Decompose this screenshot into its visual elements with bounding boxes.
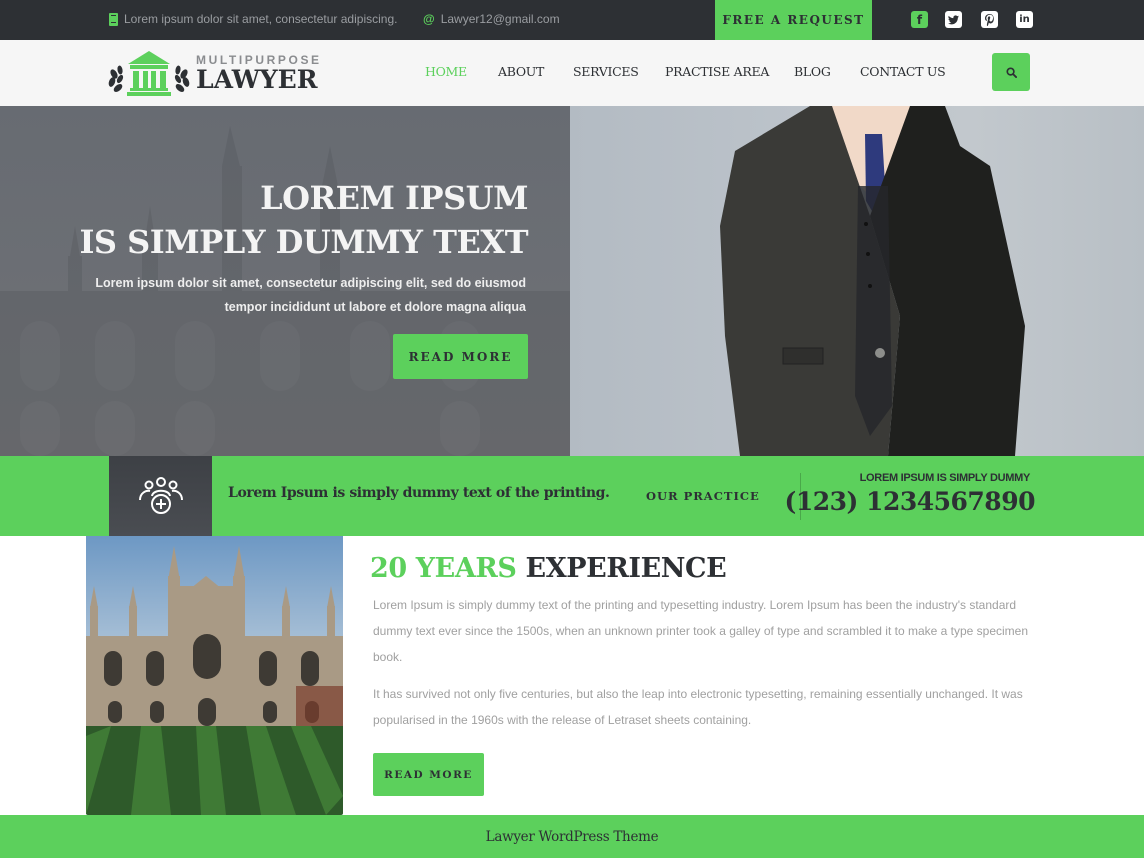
footer-credit[interactable]: Lawyer WordPress Theme — [486, 829, 659, 845]
nav-home[interactable]: HOME — [425, 64, 467, 79]
hero-read-more-button[interactable]: READ MORE — [393, 334, 528, 379]
topbar-email-text[interactable]: Lawyer12@gmail.com — [441, 12, 560, 26]
courthouse-logo-icon — [108, 50, 190, 96]
phone-caption: LOREM IPSUM IS SIMPLY DUMMY — [859, 472, 1031, 484]
site-header: MULTIPURPOSE LAWYER HOME ABOUT SERVICES … — [0, 40, 1144, 106]
about-title: 20 YEARS EXPERIENCE — [370, 553, 727, 584]
nav-contact-us[interactable]: CONTACT US — [860, 64, 946, 79]
free-request-button[interactable]: FREE A REQUEST — [715, 0, 872, 40]
nav-practise-area[interactable]: PRACTISE AREA — [665, 64, 769, 79]
nav-about[interactable]: ABOUT — [498, 64, 544, 79]
hero-title-line1: LOREM IPSUM — [260, 179, 528, 217]
hero-title: LOREM IPSUM IS SIMPLY DUMMY TEXT — [79, 176, 528, 264]
at-icon: @ — [423, 12, 435, 26]
hero-text-line2: tempor incididunt ut labore et dolore ma… — [224, 300, 526, 314]
hero-building-background: LOREM IPSUM IS SIMPLY DUMMY TEXT Lorem i… — [0, 106, 570, 456]
hero-banner: LOREM IPSUM IS SIMPLY DUMMY TEXT Lorem i… — [0, 106, 1144, 456]
hero-title-line2: IS SIMPLY DUMMY TEXT — [79, 223, 528, 261]
about-college-image — [86, 536, 343, 815]
logo-title: LAWYER — [196, 65, 318, 94]
search-button[interactable] — [992, 53, 1030, 91]
info-strip: Lorem Ipsum is simply dummy text of the … — [0, 456, 1144, 536]
pinterest-icon[interactable] — [981, 11, 998, 28]
site-footer: Lawyer WordPress Theme — [0, 815, 1144, 858]
about-paragraph-2: It has survived not only five centuries,… — [373, 687, 1023, 727]
about-paragraph-1: Lorem Ipsum is simply dummy text of the … — [373, 598, 1029, 664]
phone-icon — [109, 12, 118, 26]
linkedin-icon[interactable]: in — [1016, 11, 1033, 28]
topbar-address: Lorem ipsum dolor sit amet, consectetur … — [109, 12, 397, 26]
twitter-icon[interactable] — [945, 11, 962, 28]
about-read-more-button[interactable]: READ MORE — [373, 753, 484, 796]
hero-text-line1: Lorem ipsum dolor sit amet, consectetur … — [95, 276, 526, 290]
top-bar: Lorem ipsum dolor sit amet, consectetur … — [0, 0, 1144, 40]
strip-icon-box — [109, 456, 212, 536]
hero-description: Lorem ipsum dolor sit amet, consectetur … — [95, 271, 526, 319]
hero-lawyer-image — [570, 106, 1144, 456]
nav-services[interactable]: SERVICES — [573, 64, 639, 79]
logo[interactable]: MULTIPURPOSE LAWYER — [108, 50, 322, 96]
search-icon — [1005, 66, 1017, 78]
about-title-accent: 20 YEARS — [370, 553, 517, 584]
topbar-address-text: Lorem ipsum dolor sit amet, consectetur … — [124, 12, 398, 26]
phone-number[interactable]: (123) 1234567890 — [785, 487, 1036, 516]
nav-blog[interactable]: BLOG — [794, 64, 831, 79]
facebook-icon[interactable]: f — [911, 11, 928, 28]
strip-tagline: Lorem Ipsum is simply dummy text of the … — [228, 485, 610, 501]
our-practice-link[interactable]: OUR PRACTICE — [646, 489, 760, 503]
about-title-rest: EXPERIENCE — [525, 553, 727, 584]
topbar-email[interactable]: @ Lawyer12@gmail.com — [423, 12, 560, 26]
group-add-icon — [138, 477, 183, 514]
